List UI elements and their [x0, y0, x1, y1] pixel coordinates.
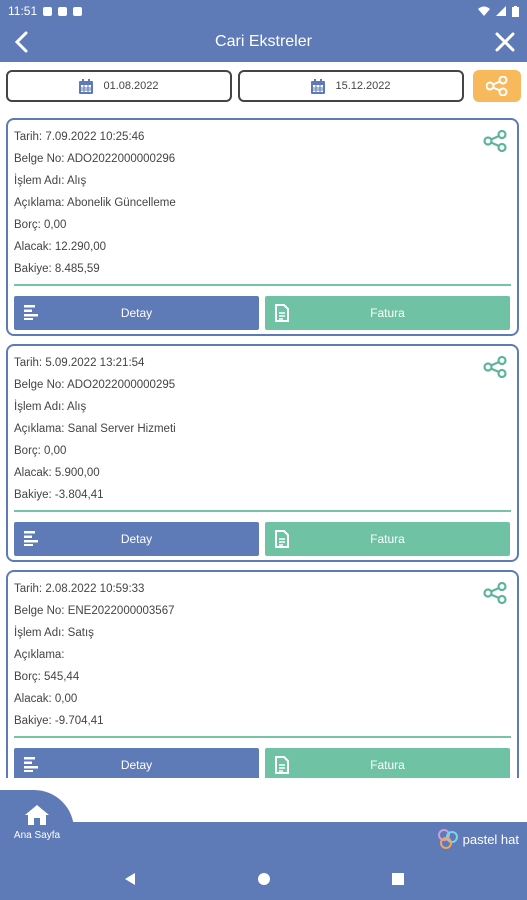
invoice-button-label: Fatura [370, 306, 405, 320]
share-icon[interactable] [483, 130, 507, 152]
calendar-icon [311, 78, 326, 94]
status-bar: 11:51 [0, 0, 527, 22]
statement-card: Tarih: 5.09.2022 13:21:54 Belge No: ADO2… [6, 344, 519, 562]
description: Açıklama: Abonelik Güncelleme [14, 197, 176, 209]
invoice-button[interactable]: Fatura [265, 296, 510, 330]
description: Açıklama: [14, 649, 65, 661]
start-date-field[interactable]: 01.08.2022 [6, 70, 232, 102]
list-icon [24, 531, 38, 546]
detail-button-label: Detay [120, 758, 153, 772]
wifi-icon [478, 6, 490, 16]
document-number: Belge No: ADO2022000000296 [14, 153, 176, 165]
share-all-button[interactable] [473, 70, 521, 102]
notification-icon [43, 6, 53, 16]
notification-icon [58, 6, 68, 16]
date-text: Tarih: 5.09.2022 13:21:54 [14, 357, 145, 369]
system-recents-icon[interactable] [391, 872, 405, 886]
divider [14, 284, 511, 286]
system-back-icon[interactable] [123, 872, 137, 886]
detail-button[interactable]: Detay [14, 522, 259, 556]
detail-button[interactable]: Detay [14, 748, 259, 778]
battery-icon [512, 5, 519, 17]
detail-button-label: Detay [120, 306, 153, 320]
detail-button[interactable]: Detay [14, 296, 259, 330]
debit: Borç: 0,00 [14, 219, 67, 231]
brand-logo: pastel hat [437, 828, 519, 850]
balance: Bakiye: 8.485,59 [14, 263, 100, 275]
date-text: Tarih: 2.08.2022 10:59:33 [14, 583, 145, 595]
invoice-button-label: Fatura [370, 532, 405, 546]
home-button[interactable]: Ana Sayfa [0, 790, 74, 858]
statement-card: Tarih: 7.09.2022 10:25:46 Belge No: ADO2… [6, 118, 519, 336]
signal-icon [496, 6, 506, 16]
document-number: Belge No: ADO2022000000295 [14, 379, 176, 391]
share-icon [486, 76, 508, 96]
date-text: Tarih: 7.09.2022 10:25:46 [14, 131, 145, 143]
transaction-name: İşlem Adı: Satış [14, 627, 94, 639]
brand-logo-icon [437, 829, 458, 849]
share-icon[interactable] [483, 582, 507, 604]
share-icon[interactable] [483, 356, 507, 378]
start-date-value: 01.08.2022 [103, 80, 159, 92]
detail-button-label: Detay [120, 532, 153, 546]
end-date-value: 15.12.2022 [335, 80, 391, 92]
status-time: 11:51 [8, 4, 38, 18]
notification-icon [73, 6, 83, 16]
invoice-button-label: Fatura [370, 758, 405, 772]
system-home-icon[interactable] [257, 872, 271, 886]
list-icon [24, 757, 38, 772]
document-icon [275, 530, 289, 548]
invoice-button[interactable]: Fatura [265, 522, 510, 556]
back-arrow-icon[interactable] [8, 28, 36, 56]
description: Açıklama: Sanal Server Hizmeti [14, 423, 176, 435]
debit: Borç: 545,44 [14, 671, 80, 683]
home-label: Ana Sayfa [13, 830, 61, 841]
transaction-name: İşlem Adı: Alış [14, 175, 87, 187]
date-filter-bar: 01.08.2022 15.12.2022 [6, 70, 521, 102]
document-icon [275, 304, 289, 322]
divider [14, 510, 511, 512]
divider [14, 736, 511, 738]
credit: Alacak: 12.290,00 [14, 241, 107, 253]
balance: Bakiye: -3.804,41 [14, 489, 104, 501]
invoice-button[interactable]: Fatura [265, 748, 510, 778]
balance: Bakiye: -9.704,41 [14, 715, 104, 727]
statement-list[interactable]: Tarih: 7.09.2022 10:25:46 Belge No: ADO2… [6, 118, 521, 778]
credit: Alacak: 5.900,00 [14, 467, 100, 479]
system-nav-bar [0, 858, 527, 900]
document-number: Belge No: ENE2022000003567 [14, 605, 175, 617]
document-icon [275, 756, 289, 774]
home-icon [25, 805, 49, 825]
close-icon[interactable] [491, 28, 519, 56]
debit: Borç: 0,00 [14, 445, 67, 457]
calendar-icon [79, 78, 94, 94]
brand-name: pastel hat [462, 831, 519, 847]
list-icon [24, 305, 38, 320]
app-bar: Cari Ekstreler [0, 22, 527, 62]
page-title: Cari Ekstreler [215, 33, 312, 50]
transaction-name: İşlem Adı: Alış [14, 401, 87, 413]
credit: Alacak: 0,00 [14, 693, 78, 705]
end-date-field[interactable]: 15.12.2022 [238, 70, 464, 102]
statement-card: Tarih: 2.08.2022 10:59:33 Belge No: ENE2… [6, 570, 519, 778]
